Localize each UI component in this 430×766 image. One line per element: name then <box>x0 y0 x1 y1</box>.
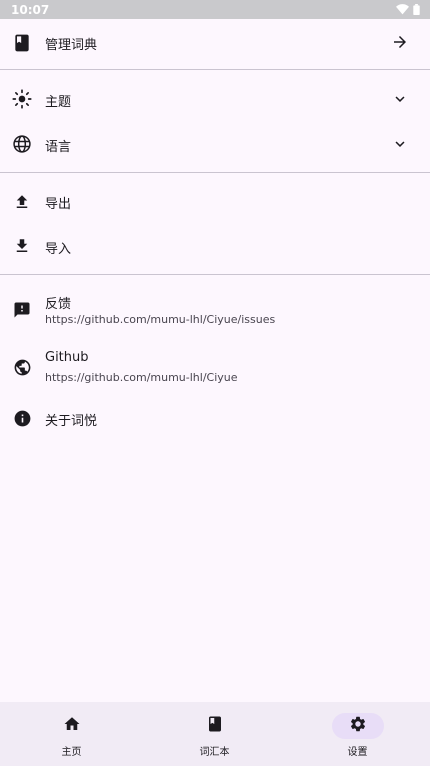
upload-icon <box>12 192 32 212</box>
wifi-icon <box>396 4 409 15</box>
chevron-down-icon <box>390 134 410 154</box>
nav-settings-indicator <box>331 713 384 739</box>
divider <box>0 274 430 275</box>
import-item[interactable]: 导入 <box>0 224 430 269</box>
status-time: 10:07 <box>11 2 50 17</box>
home-icon <box>63 715 81 737</box>
nav-settings-label: 设置 <box>347 747 368 758</box>
public-globe-icon <box>12 357 32 377</box>
bottom-navigation: 主页 词汇本 设置 <box>0 702 430 766</box>
feedback-item[interactable]: 反馈 https://github.com/mumu-lhl/Ciyue/iss… <box>0 282 430 338</box>
language-item[interactable]: 语言 <box>0 122 430 167</box>
arrow-right-icon <box>390 32 410 52</box>
export-item[interactable]: 导出 <box>0 179 430 224</box>
github-label: Github <box>45 350 89 365</box>
globe-icon <box>12 134 32 154</box>
github-item[interactable]: Github https://github.com/mumu-lhl/Ciyue <box>0 340 430 396</box>
nav-settings[interactable]: 设置 <box>286 702 429 766</box>
manage-dictionary-label: 管理词典 <box>45 38 98 53</box>
status-bar: 10:07 <box>0 0 430 19</box>
info-icon <box>12 408 32 428</box>
about-item[interactable]: 关于词悦 <box>0 398 430 440</box>
divider <box>0 69 430 70</box>
manage-dictionary-item[interactable]: 管理词典 <box>0 19 430 69</box>
gear-icon <box>349 715 367 737</box>
feedback-url: https://github.com/mumu-lhl/Ciyue/issues <box>45 313 276 326</box>
theme-label: 主题 <box>45 95 72 110</box>
book-icon <box>206 715 224 737</box>
export-label: 导出 <box>45 197 72 212</box>
about-label: 关于词悦 <box>45 414 98 429</box>
import-label: 导入 <box>45 242 72 257</box>
nav-vocabulary-indicator <box>189 713 241 739</box>
language-label: 语言 <box>45 140 72 155</box>
nav-home[interactable]: 主页 <box>0 702 143 766</box>
status-icons <box>396 4 420 15</box>
brightness-icon <box>12 89 32 109</box>
chevron-down-icon <box>390 89 410 109</box>
divider <box>0 172 430 173</box>
nav-vocabulary-label: 词汇本 <box>199 747 230 758</box>
theme-item[interactable]: 主题 <box>0 77 430 122</box>
feedback-label: 反馈 <box>45 297 72 312</box>
nav-home-label: 主页 <box>61 747 82 758</box>
nav-vocabulary[interactable]: 词汇本 <box>143 702 286 766</box>
feedback-icon <box>12 300 32 320</box>
github-url: https://github.com/mumu-lhl/Ciyue <box>45 371 238 384</box>
download-icon <box>12 236 32 256</box>
battery-icon <box>413 4 420 15</box>
book-icon <box>12 33 32 53</box>
nav-home-indicator <box>46 713 98 739</box>
